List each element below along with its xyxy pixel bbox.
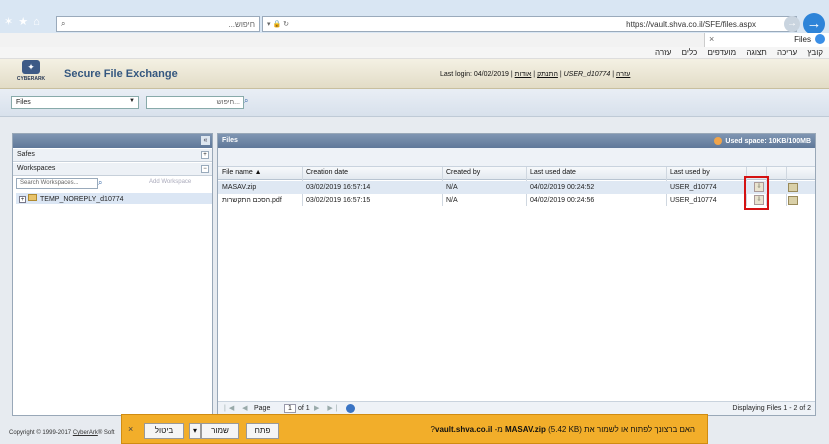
file-name[interactable]: MASAV.zip	[222, 184, 256, 191]
last-used-by: USER_d10774	[670, 184, 717, 191]
address-controls-icon[interactable]: ▾ 🔒 ↻	[267, 20, 289, 28]
about-link[interactable]: אודות	[515, 71, 532, 78]
ie-icon	[815, 34, 825, 44]
col-last-used-date[interactable]: Last used date	[530, 169, 576, 176]
open-button[interactable]: פתח	[246, 423, 279, 439]
pager-prev-icons[interactable]: |◀ ◀	[224, 404, 251, 412]
save-options-button[interactable]: ▾	[189, 423, 201, 439]
add-workspace-button[interactable]: Add Workspace	[149, 179, 191, 185]
workspace-search-input[interactable]: Search Workspaces...	[16, 178, 98, 189]
workspace-tree-item[interactable]: + TEMP_NOREPLY_d10774	[16, 193, 212, 204]
logo-mark-icon: ✦	[22, 60, 40, 74]
menu-file[interactable]: קובץ	[807, 48, 823, 57]
table-row[interactable]: MASAV.zip 03/02/2019 16:57:14 N/A 04/02/…	[218, 181, 815, 194]
table-header: File name ▲ Creation date Created by Las…	[218, 167, 815, 180]
logout-link[interactable]: התנתק	[537, 71, 558, 78]
browser-home-icons[interactable]: ✶★⌂	[4, 15, 45, 28]
tab-title: Files	[794, 35, 811, 44]
used-space: Used space: 10KB/100MB	[714, 137, 811, 145]
menu-edit[interactable]: עריכה	[777, 48, 797, 57]
created-by: N/A	[446, 184, 458, 191]
toolbar-search-input[interactable]: ...חיפוש	[146, 96, 244, 109]
help-link[interactable]: עזרה	[616, 71, 630, 78]
tab-files[interactable]: × Files	[704, 33, 829, 47]
login-info: Last login: 04/02/2019 | התנתק | אודות |…	[440, 71, 631, 78]
creation-date: 03/02/2019 16:57:15	[306, 197, 371, 204]
files-dropdown-value: Files	[16, 99, 31, 106]
search-icon[interactable]: ⌕	[244, 96, 256, 109]
col-created-by[interactable]: Created by	[446, 169, 480, 176]
files-dropdown[interactable]: Files ▼	[11, 96, 139, 109]
folder-icon	[28, 194, 37, 201]
page-of: of 1	[298, 405, 310, 412]
left-panel-header: «	[13, 134, 212, 148]
chevron-down-icon: ▼	[129, 98, 135, 104]
last-login: Last login: 04/02/2019	[440, 71, 509, 78]
pager: |◀ ◀ Page 1 of 1 ▶ ▶| Displaying Files 1…	[218, 401, 815, 415]
app-title: Secure File Exchange	[64, 68, 178, 80]
search-icon[interactable]: ⌕	[98, 178, 102, 188]
history-icon[interactable]	[788, 183, 798, 192]
menu-view[interactable]: תצוגה	[746, 48, 766, 57]
browser-search-box[interactable]: ...חיפוש ⌕	[56, 16, 260, 32]
last-used-by: USER_d10774	[670, 197, 717, 204]
col-last-used-by[interactable]: Last used by	[670, 169, 710, 176]
storage-icon	[714, 137, 723, 145]
safes-row[interactable]: Safes +	[13, 149, 212, 162]
tree-item-label: TEMP_NOREPLY_d10774	[40, 196, 124, 203]
files-panel-header: Files Used space: 10KB/100MB	[218, 134, 815, 148]
page-input[interactable]: 1	[284, 404, 296, 413]
pager-next-icons[interactable]: ▶ ▶|	[314, 404, 341, 412]
created-by: N/A	[446, 197, 458, 204]
cyberark-link[interactable]: CyberArk	[73, 430, 98, 436]
username: USER_d10774	[563, 71, 611, 78]
save-button[interactable]: שמור	[201, 423, 239, 439]
table-row[interactable]: הסכם התקשרות.pdf 03/02/2019 16:57:15 N/A…	[218, 194, 815, 207]
expand-icon[interactable]: +	[19, 196, 26, 203]
files-panel-title: Files	[222, 137, 238, 144]
files-panel: Files Used space: 10KB/100MB File name ▲…	[217, 133, 816, 416]
file-name[interactable]: הסכם התקשרות.pdf	[222, 197, 282, 204]
close-icon[interactable]: ×	[128, 424, 133, 434]
cyberark-logo: ✦ CYBERARK	[8, 60, 54, 88]
displaying-count: Displaying Files 1 - 2 of 2	[732, 405, 811, 412]
workspaces-label: Workspaces	[17, 165, 56, 172]
files-subtoolbar	[218, 148, 815, 167]
used-space-text: Used space: 10KB/100MB	[725, 137, 811, 145]
last-used-date: 04/02/2019 00:24:52	[530, 184, 595, 191]
copyright: Copyright © 1999-2017 CyberArk® Soft	[9, 430, 115, 436]
col-creation-date[interactable]: Creation date	[306, 169, 348, 176]
menu-favorites[interactable]: מועדפים	[707, 48, 736, 57]
back-button[interactable]: →	[803, 13, 825, 35]
left-panel: « Safes + Workspaces − Search Workspaces…	[12, 133, 213, 416]
safes-label: Safes	[17, 151, 35, 158]
page-label: Page	[254, 405, 271, 412]
address-bar[interactable]: ▾ 🔒 ↻ https://vault.shva.co.il/SFE/files…	[262, 16, 797, 32]
workspaces-row[interactable]: Workspaces −	[13, 163, 212, 176]
menu-tools[interactable]: כלים	[682, 48, 698, 57]
menu-help[interactable]: עזרה	[655, 48, 671, 57]
cancel-button[interactable]: ביטול	[144, 423, 184, 439]
search-icon[interactable]: ⌕	[61, 19, 65, 29]
collapse-panel-icon[interactable]: «	[201, 136, 210, 145]
address-url: https://vault.shva.co.il/SFE/files.aspx	[626, 20, 756, 29]
forward-button[interactable]: →	[784, 16, 800, 32]
last-used-date: 04/02/2019 00:24:56	[530, 197, 595, 204]
history-icon[interactable]	[788, 196, 798, 205]
download-notification-bar: × ביטול שמור ▾ פתח האם ברצונך לפתוח או ל…	[121, 414, 708, 444]
logo-text: CYBERARK	[16, 76, 46, 82]
col-file-name[interactable]: File name ▲	[222, 169, 262, 176]
notification-text: האם ברצונך לפתוח או לשמור את MASAV.zip (…	[430, 425, 695, 434]
refresh-icon[interactable]	[346, 404, 355, 413]
add-safe-icon[interactable]: +	[201, 151, 209, 159]
creation-date: 03/02/2019 16:57:14	[306, 184, 371, 191]
close-tab-icon[interactable]: ×	[709, 34, 714, 44]
workspace-options-icon[interactable]: −	[201, 165, 209, 173]
menu-bar: קובץ עריכה תצוגה מועדפים כלים עזרה	[0, 47, 829, 59]
download-highlight	[744, 176, 769, 210]
browser-search-placeholder: ...חיפוש	[228, 20, 255, 29]
